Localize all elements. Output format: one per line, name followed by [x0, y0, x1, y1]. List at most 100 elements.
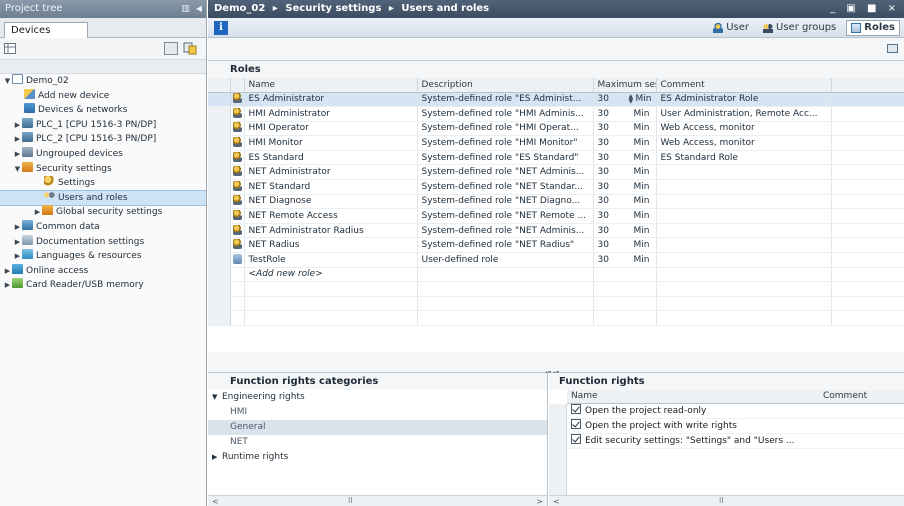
role-comment-cell[interactable]: Web Access, monitor	[656, 135, 832, 151]
role-comment-cell[interactable]	[656, 179, 832, 195]
expand-arrow[interactable]: ▶	[3, 278, 12, 293]
role-description-cell[interactable]: System-defined role "NET Radius"	[417, 237, 594, 254]
role-description-cell[interactable]: System-defined role "ES Standard"	[417, 150, 594, 166]
column-header-comment[interactable]: Comment	[656, 78, 832, 93]
role-row[interactable]: HMI Administrator System-defined role "HM…	[208, 106, 904, 122]
scroll-thumb-icon[interactable]: II	[719, 496, 724, 505]
collapse-left-icon[interactable]: ◀	[196, 0, 202, 18]
add-new-role-link[interactable]: <Add new role>	[244, 267, 418, 283]
role-name-cell[interactable]: NET Administrator Radius	[244, 223, 418, 239]
breadcrumb-item[interactable]: Security settings	[285, 3, 381, 14]
category-item[interactable]: NET	[208, 435, 547, 450]
expand-arrow[interactable]: ▶	[33, 205, 42, 220]
column-header-comment[interactable]: Comment	[823, 391, 867, 401]
role-name-cell[interactable]: TestRole	[244, 252, 418, 268]
tree-item-online-access[interactable]: ▶ Online access	[0, 263, 206, 279]
role-description-cell[interactable]: System-defined role "ES Administ...	[417, 92, 594, 108]
row-gutter-cell[interactable]	[208, 164, 231, 181]
column-header-description[interactable]: Description	[417, 78, 594, 93]
tree-item-add-new-device[interactable]: Add new device	[0, 88, 206, 104]
row-gutter-cell[interactable]	[208, 121, 231, 137]
role-max-session-cell[interactable]: 30 Min	[593, 208, 657, 224]
role-name-cell[interactable]: NET Radius	[244, 237, 418, 254]
tree-item-plc-2[interactable]: ▶ PLC_2 [CPU 1516-3 PN/DP]	[0, 132, 206, 147]
expand-arrow[interactable]: ▶	[3, 264, 12, 279]
role-row[interactable]: HMI Operator System-defined role "HMI Ope…	[208, 121, 904, 137]
role-row[interactable]: NET Standard System-defined role "NET Sta…	[208, 179, 904, 195]
tree-item-demo-02[interactable]: ▼ Demo_02	[0, 74, 206, 89]
role-comment-cell[interactable]: ES Administrator Role	[656, 92, 832, 108]
role-comment-cell[interactable]	[656, 208, 832, 224]
row-gutter-cell[interactable]	[208, 106, 231, 122]
role-comment-cell[interactable]	[656, 194, 832, 210]
row-gutter-cell[interactable]	[208, 237, 231, 254]
row-gutter-cell[interactable]	[208, 252, 231, 268]
horizontal-scrollbar[interactable]: < II	[549, 495, 904, 506]
category-item[interactable]: ▼ Engineering rights	[208, 390, 547, 405]
role-name-cell[interactable]: NET Standard	[244, 179, 418, 195]
category-item[interactable]: HMI	[208, 405, 547, 420]
role-row[interactable]: TestRole User-defined role 30 Min	[208, 252, 904, 268]
role-name-cell[interactable]: ES Standard	[244, 150, 418, 166]
role-max-session-cell[interactable]: 30 Min	[593, 164, 657, 181]
role-max-session-cell[interactable]: 30 Min	[593, 106, 657, 122]
expand-arrow[interactable]: ▶	[13, 147, 22, 162]
role-name-cell[interactable]: NET Administrator	[244, 164, 418, 181]
role-comment-cell[interactable]: ES Standard Role	[656, 150, 832, 166]
row-gutter-cell[interactable]	[208, 223, 231, 239]
window-controls[interactable]: _ ▣ ■ ×	[830, 0, 900, 18]
expand-arrow[interactable]: ▶	[13, 220, 22, 235]
breadcrumb-item[interactable]: Demo_02	[214, 3, 265, 14]
role-max-session-cell[interactable]: 30 Min	[593, 223, 657, 239]
add-new-role-row[interactable]: <Add new role>	[208, 267, 904, 283]
tree-item-ungrouped-devices[interactable]: ▶ Ungrouped devices	[0, 146, 206, 162]
info-icon[interactable]: i	[214, 21, 228, 35]
export-icon[interactable]	[887, 44, 898, 53]
tree-item-common-data[interactable]: ▶ Common data	[0, 219, 206, 235]
role-description-cell[interactable]: System-defined role "NET Adminis...	[417, 164, 594, 181]
scroll-right-icon[interactable]: >	[536, 497, 543, 506]
role-comment-cell[interactable]: User Administration, Remote Acc...	[656, 106, 832, 122]
breadcrumb-item[interactable]: Users and roles	[401, 3, 489, 14]
view-toggle-icon[interactable]	[164, 42, 178, 55]
column-header-max-session[interactable]: Maximum sess...	[593, 78, 657, 93]
tree-item-users-and-roles[interactable]: Users and roles	[0, 189, 206, 207]
expand-arrow[interactable]: ▼	[13, 162, 22, 177]
scroll-thumb-icon[interactable]: II	[348, 496, 353, 505]
expand-arrow[interactable]: ▼	[212, 390, 222, 405]
function-right-checkbox[interactable]	[571, 404, 581, 414]
role-row[interactable]: NET Diagnose System-defined role "NET Dia…	[208, 194, 904, 210]
tree-item-plc-1[interactable]: ▶ PLC_1 [CPU 1516-3 PN/DP]	[0, 117, 206, 133]
role-description-cell[interactable]: System-defined role "NET Diagno...	[417, 194, 594, 210]
tree-item-card-reader[interactable]: ▶ Card Reader/USB memory	[0, 278, 206, 293]
expand-arrow[interactable]: ▶	[13, 132, 22, 147]
role-max-session-cell[interactable]: 30 Min	[593, 121, 657, 137]
role-name-cell[interactable]: NET Remote Access	[244, 208, 418, 224]
role-row[interactable]: NET Administrator Radius System-defined r…	[208, 223, 904, 239]
tree-item-global-security-settings[interactable]: ▶ Global security settings	[0, 205, 206, 220]
role-description-cell[interactable]: System-defined role "NET Standar...	[417, 179, 594, 195]
role-max-session-cell[interactable]: 30 Min	[593, 135, 657, 151]
function-right-row[interactable]: Open the project read-only	[567, 404, 904, 419]
role-row[interactable]: NET Remote Access System-defined role "NE…	[208, 208, 904, 224]
table-icon[interactable]	[4, 43, 16, 54]
role-description-cell[interactable]: System-defined role "HMI Monitor"	[417, 135, 594, 151]
role-comment-cell[interactable]	[656, 164, 832, 181]
overview-icon[interactable]	[183, 42, 197, 55]
column-header-name[interactable]: Name	[244, 78, 418, 93]
scroll-left-icon[interactable]: <	[553, 497, 560, 506]
tab-roles[interactable]: Roles	[846, 20, 900, 36]
function-right-row[interactable]: Open the project with write rights	[567, 419, 904, 434]
role-description-cell[interactable]: System-defined role "HMI Operat...	[417, 121, 594, 137]
expand-arrow[interactable]: ▶	[13, 249, 22, 264]
row-gutter-cell[interactable]	[208, 179, 231, 195]
row-gutter-cell[interactable]	[208, 208, 231, 224]
tab-user[interactable]: User	[709, 20, 753, 36]
tree-item-settings[interactable]: Settings	[0, 176, 206, 191]
role-name-cell[interactable]: HMI Monitor	[244, 135, 418, 151]
expand-arrow[interactable]: ▶	[13, 118, 22, 133]
tab-devices[interactable]: Devices	[4, 22, 88, 39]
spinner-icon[interactable]: ▲ ▼	[629, 94, 636, 105]
column-header-name[interactable]: Name	[571, 391, 598, 401]
row-gutter-cell[interactable]	[208, 135, 231, 151]
